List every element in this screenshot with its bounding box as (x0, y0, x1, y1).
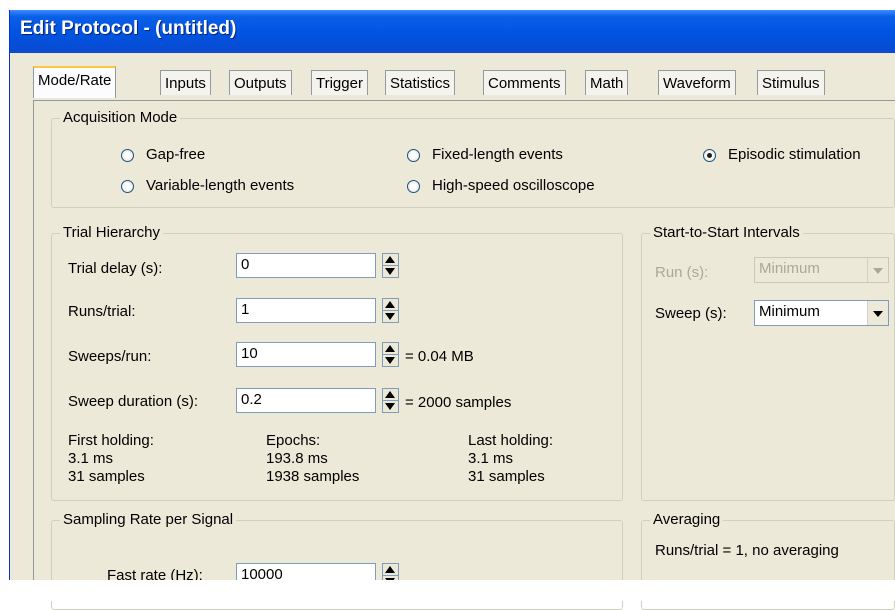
runs-per-trial-input[interactable]: 1 (236, 298, 376, 323)
fixed-length-label[interactable]: Fixed-length events (432, 146, 563, 163)
chevron-down-icon (867, 258, 888, 282)
tab-comments[interactable]: Comments (483, 70, 566, 95)
trial-delay-label: Trial delay (s): (68, 260, 163, 277)
tab-waveform[interactable]: Waveform (658, 70, 736, 95)
last-holding-title: Last holding: (468, 432, 554, 449)
sweep-duration-input[interactable]: 0.2 (236, 388, 376, 413)
trial-delay-spinner[interactable] (382, 253, 399, 278)
sweep-duration-spinner[interactable] (382, 388, 399, 413)
sweeps-per-run-label: Sweeps/run: (68, 348, 152, 365)
tab-inputs[interactable]: Inputs (160, 70, 211, 95)
fixed-length-radio[interactable] (407, 149, 420, 162)
high-speed-radio[interactable] (407, 180, 420, 193)
window-title: Edit Protocol - (untitled) (20, 18, 237, 39)
title-bar[interactable]: Edit Protocol - (untitled) (10, 10, 895, 53)
acquisition-mode-group: Acquisition Mode (51, 109, 895, 208)
tab-math[interactable]: Math (585, 70, 629, 95)
averaging-legend: Averaging (650, 511, 724, 528)
sweeps-size-note: = 0.04 MB (405, 348, 474, 365)
first-holding-ms: 3.1 ms (68, 450, 114, 467)
averaging-text: Runs/trial = 1, no averaging (655, 542, 839, 559)
sweeps-per-run-spinner[interactable] (382, 342, 399, 367)
chevron-down-icon[interactable] (867, 301, 888, 325)
epochs-ms: 193.8 ms (266, 450, 328, 467)
epochs-title: Epochs: (266, 432, 321, 449)
variable-length-radio[interactable] (121, 180, 134, 193)
sampling-rate-legend: Sampling Rate per Signal (60, 511, 237, 528)
sweep-duration-label: Sweep duration (s): (68, 393, 199, 410)
epochs-samples: 1938 samples (266, 468, 360, 485)
sweep-interval-select[interactable]: Minimum (754, 300, 889, 326)
sweep-samples-note: = 2000 samples (405, 394, 512, 411)
episodic-label[interactable]: Episodic stimulation (728, 146, 861, 163)
gap-free-label[interactable]: Gap-free (146, 146, 205, 163)
run-interval-select: Minimum (754, 257, 889, 283)
last-holding-ms: 3.1 ms (468, 450, 514, 467)
trial-delay-input[interactable]: 0 (236, 253, 376, 278)
runs-per-trial-spinner[interactable] (382, 298, 399, 323)
gap-free-radio[interactable] (121, 149, 134, 162)
last-holding-samples: 31 samples (468, 468, 545, 485)
sweep-interval-label: Sweep (s): (655, 305, 727, 322)
acquisition-mode-legend: Acquisition Mode (60, 109, 181, 126)
episodic-radio[interactable] (703, 149, 716, 162)
run-interval-label: Run (s): (655, 264, 709, 281)
runs-per-trial-label: Runs/trial: (68, 303, 136, 320)
tab-statistics[interactable]: Statistics (385, 70, 456, 95)
tab-trigger[interactable]: Trigger (311, 70, 368, 95)
run-interval-value: Minimum (759, 260, 820, 277)
first-holding-samples: 31 samples (68, 468, 145, 485)
start-to-start-legend: Start-to-Start Intervals (650, 224, 803, 241)
sweep-interval-value: Minimum (759, 303, 820, 320)
torn-edge (0, 580, 895, 601)
variable-length-label[interactable]: Variable-length events (146, 177, 294, 194)
first-holding-title: First holding: (68, 432, 154, 449)
trial-hierarchy-legend: Trial Hierarchy (60, 224, 163, 241)
tab-outputs[interactable]: Outputs (229, 70, 292, 95)
tab-mode-rate[interactable]: Mode/Rate (33, 66, 117, 98)
tab-stimulus[interactable]: Stimulus (757, 70, 825, 95)
sweeps-per-run-input[interactable]: 10 (236, 342, 376, 367)
high-speed-label[interactable]: High-speed oscilloscope (432, 177, 595, 194)
